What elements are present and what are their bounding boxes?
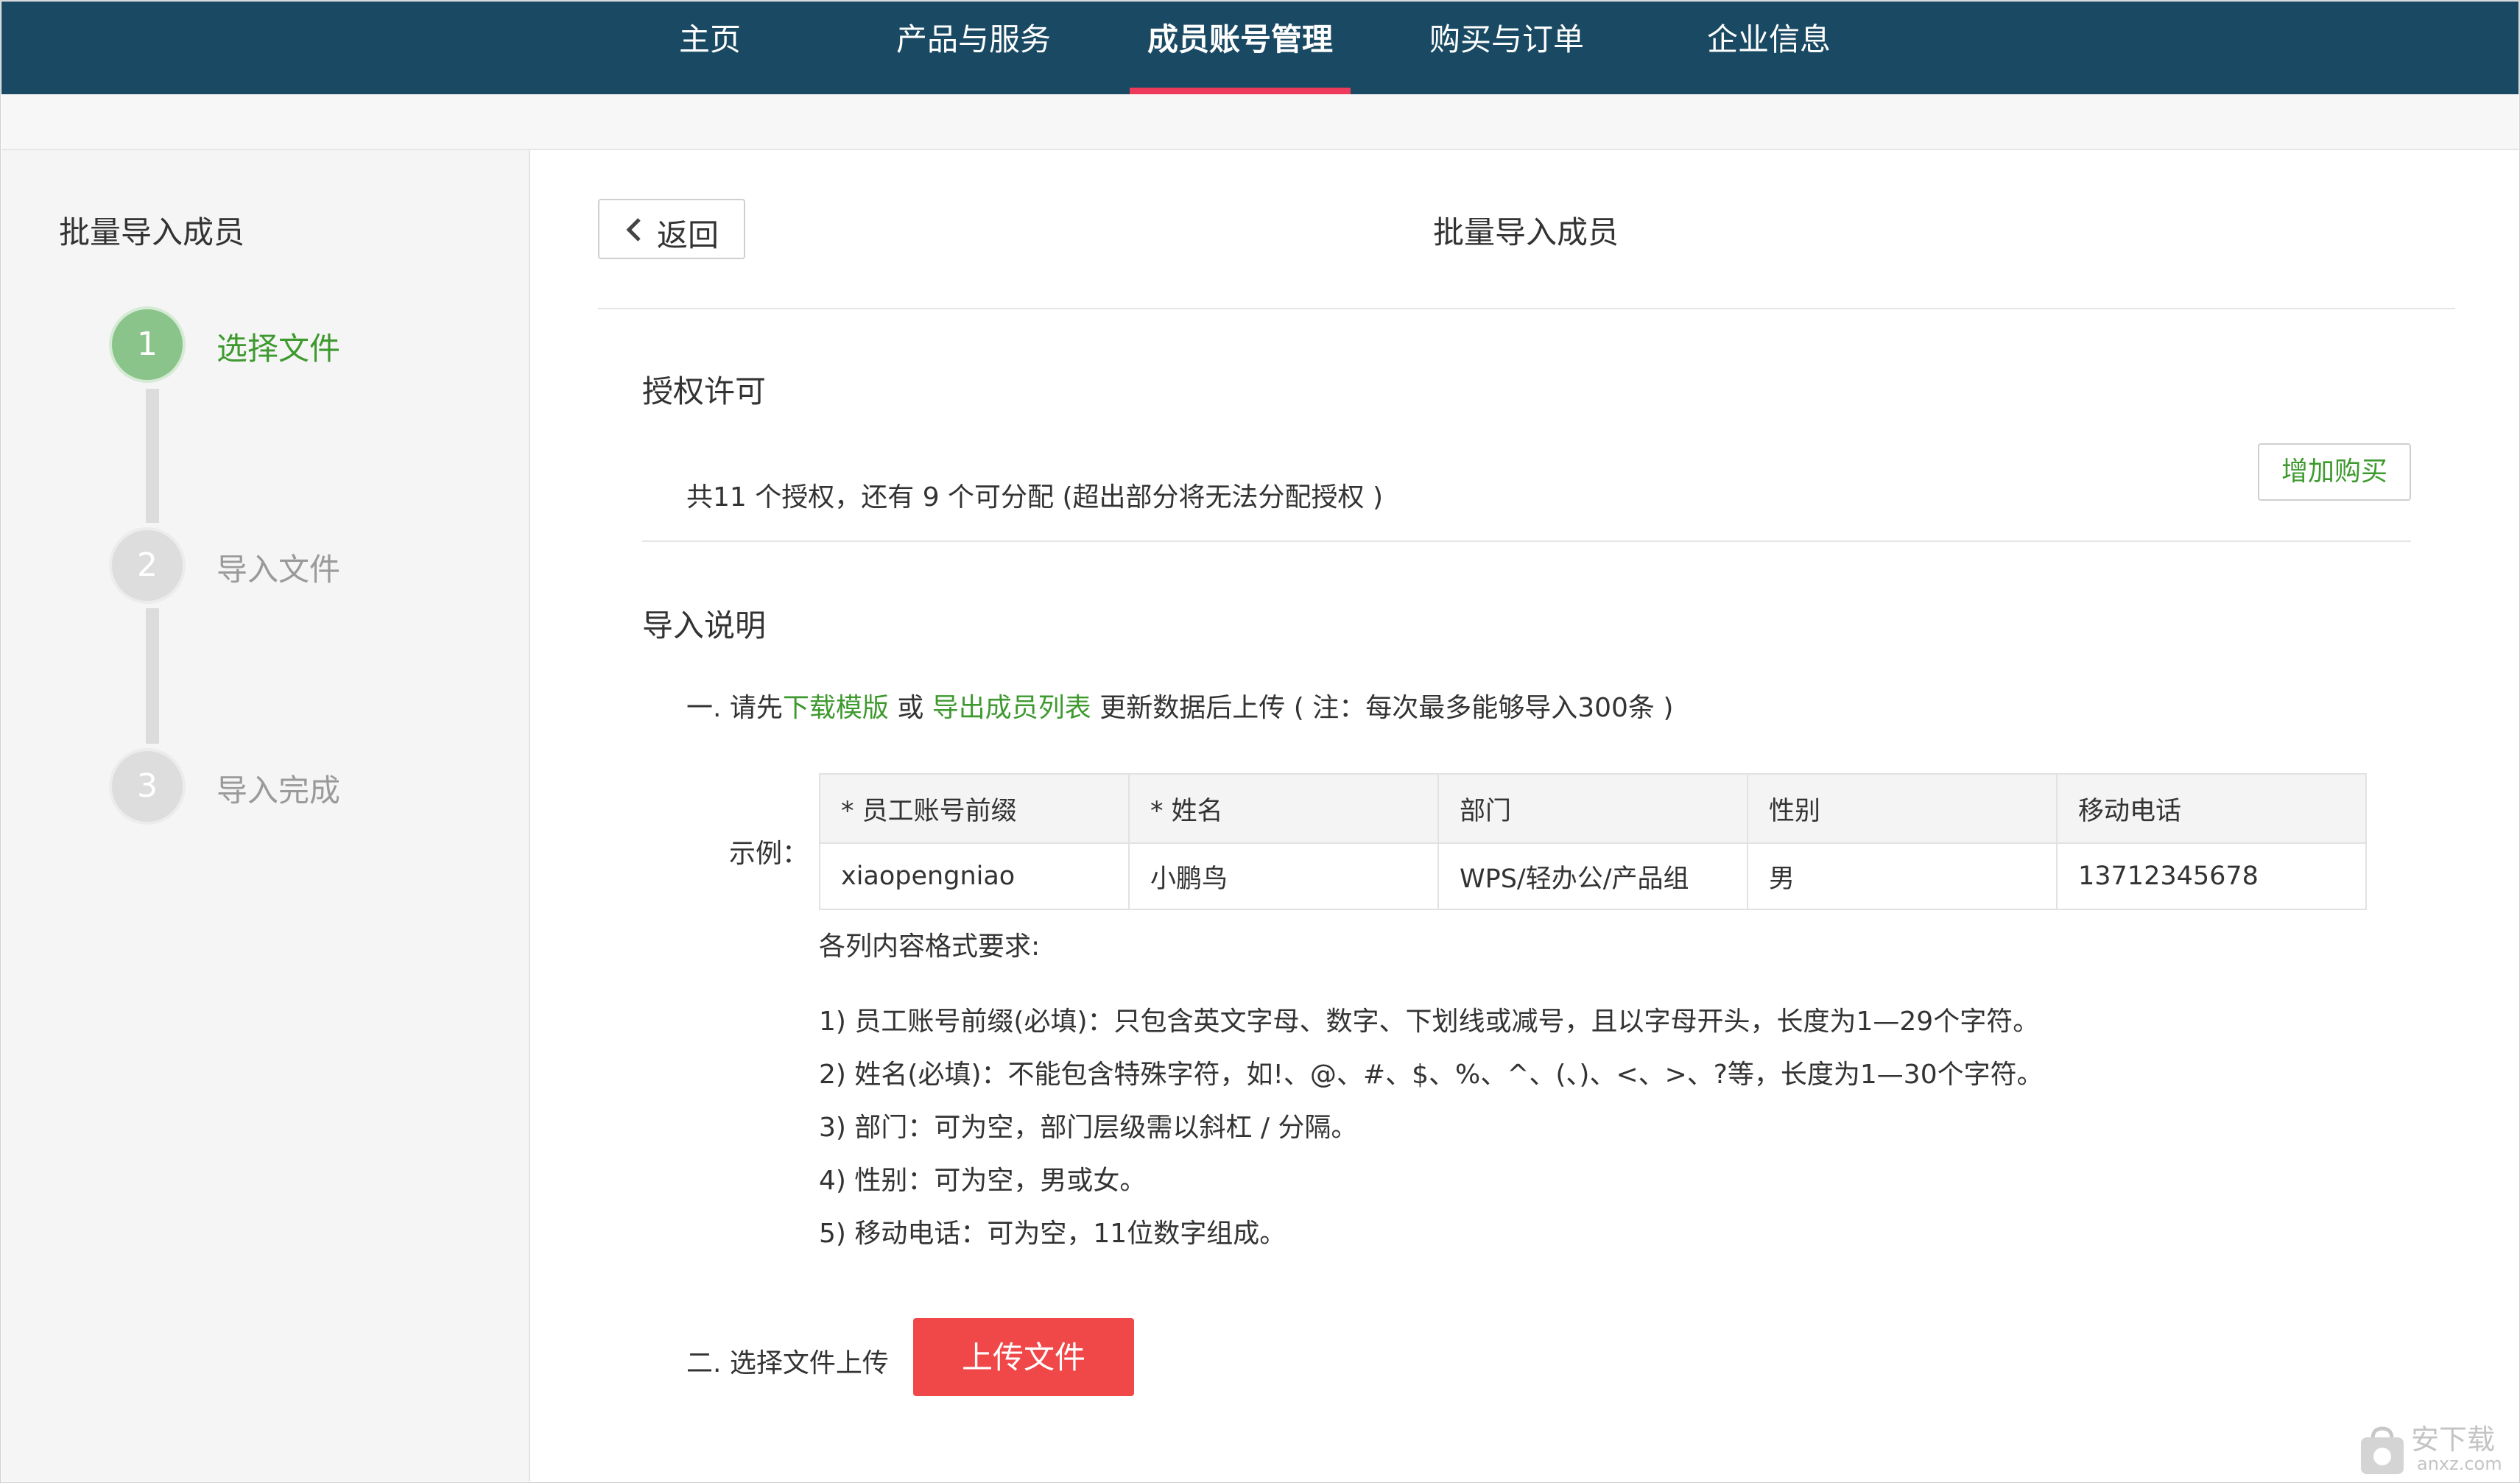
- table-cell: WPS/轻办公/产品组: [1437, 842, 1748, 910]
- upload-file-button[interactable]: 上传文件: [913, 1318, 1134, 1396]
- back-button[interactable]: 返回: [598, 199, 745, 259]
- table-header-row: * 员工账号前缀 * 姓名 部门 性别 移动电话: [819, 773, 2367, 844]
- divider: [642, 540, 2411, 542]
- add-purchase-button[interactable]: 增加购买: [2258, 443, 2411, 501]
- license-summary: 共11 个授权，还有 9 个可分配 (超出部分将无法分配授权 ): [686, 482, 1384, 512]
- nav-item-home[interactable]: 主页: [648, 1, 772, 94]
- step-1-circle: 1: [112, 309, 183, 380]
- chevron-left-icon: [626, 218, 641, 242]
- table-row: xiaopengniao 小鹏鸟 WPS/轻办公/产品组 男 137123456…: [819, 842, 2367, 910]
- format-rule: 1) 员工账号前缀(必填)：只包含英文字母、数字、下划线或减号，且以字母开头，长…: [819, 1007, 2040, 1037]
- table-cell: 男: [1747, 842, 2058, 910]
- nav-item-orders[interactable]: 购买与订单: [1396, 1, 1617, 94]
- step-connector: [146, 389, 159, 523]
- nav-item-company-info[interactable]: 企业信息: [1658, 1, 1879, 94]
- license-section-title: 授权许可: [642, 373, 767, 409]
- import-step-1: 一. 请先下载模版 或 导出成员列表 更新数据后上传 ( 注：每次最多能够导入3…: [686, 693, 1674, 723]
- nav-item-member-accounts[interactable]: 成员账号管理: [1130, 1, 1351, 94]
- watermark-logo: 安下载 anxz.com: [2357, 1417, 2516, 1479]
- table-header-cell: 部门: [1437, 773, 1748, 844]
- sidebar: 批量导入成员 1 选择文件 2 导入文件 3 导入完成: [1, 150, 530, 1482]
- sidebar-title: 批量导入成员: [59, 214, 245, 250]
- top-nav: 主页 产品与服务 成员账号管理 购买与订单 企业信息: [1, 1, 2519, 94]
- table-header-cell: 移动电话: [2056, 773, 2367, 844]
- step-3-label: 导入完成: [217, 772, 341, 809]
- import-section-title: 导入说明: [642, 607, 767, 644]
- step-2-circle: 2: [112, 530, 183, 601]
- sub-bar: [1, 94, 2519, 150]
- page-title: 批量导入成员: [1433, 214, 1619, 250]
- watermark-text: 安下载: [2411, 1423, 2496, 1456]
- format-rule: 5) 移动电话：可为空，11位数字组成。: [819, 1219, 1287, 1249]
- step-1-label: 选择文件: [217, 331, 341, 367]
- export-members-link[interactable]: 导出成员列表: [932, 693, 1091, 723]
- format-title: 各列内容格式要求:: [819, 931, 1041, 962]
- table-cell: xiaopengniao: [819, 842, 1130, 910]
- step-3-circle: 3: [112, 751, 183, 822]
- format-rule: 4) 性别：可为空，男或女。: [819, 1166, 1147, 1196]
- table-header-cell: * 员工账号前缀: [819, 773, 1130, 844]
- format-rule: 3) 部门：可为空，部门层级需以斜杠 / 分隔。: [819, 1113, 1358, 1143]
- table-cell: 13712345678: [2056, 842, 2367, 910]
- nav-item-products[interactable]: 产品与服务: [863, 1, 1084, 94]
- import-step-2: 二. 选择文件上传: [686, 1348, 889, 1378]
- step-connector: [146, 608, 159, 744]
- format-rule: 2) 姓名(必填)：不能包含特殊字符，如!、@、#、$、%、^、(、)、<、>、…: [819, 1060, 2044, 1090]
- example-table: * 员工账号前缀 * 姓名 部门 性别 移动电话 xiaopengniao 小鹏…: [819, 773, 2367, 910]
- nav-active-underline: [1130, 88, 1351, 94]
- table-cell: 小鹏鸟: [1128, 842, 1439, 910]
- table-header-cell: * 姓名: [1128, 773, 1439, 844]
- shopping-bag-icon: [2361, 1426, 2404, 1474]
- download-template-link[interactable]: 下载模版: [783, 693, 889, 723]
- table-header-cell: 性别: [1747, 773, 2058, 844]
- back-button-label: 返回: [657, 218, 719, 253]
- step-2-label: 导入文件: [217, 552, 341, 588]
- example-label: 示例：: [729, 839, 809, 869]
- watermark-url: anxz.com: [2417, 1454, 2502, 1474]
- divider: [598, 308, 2455, 309]
